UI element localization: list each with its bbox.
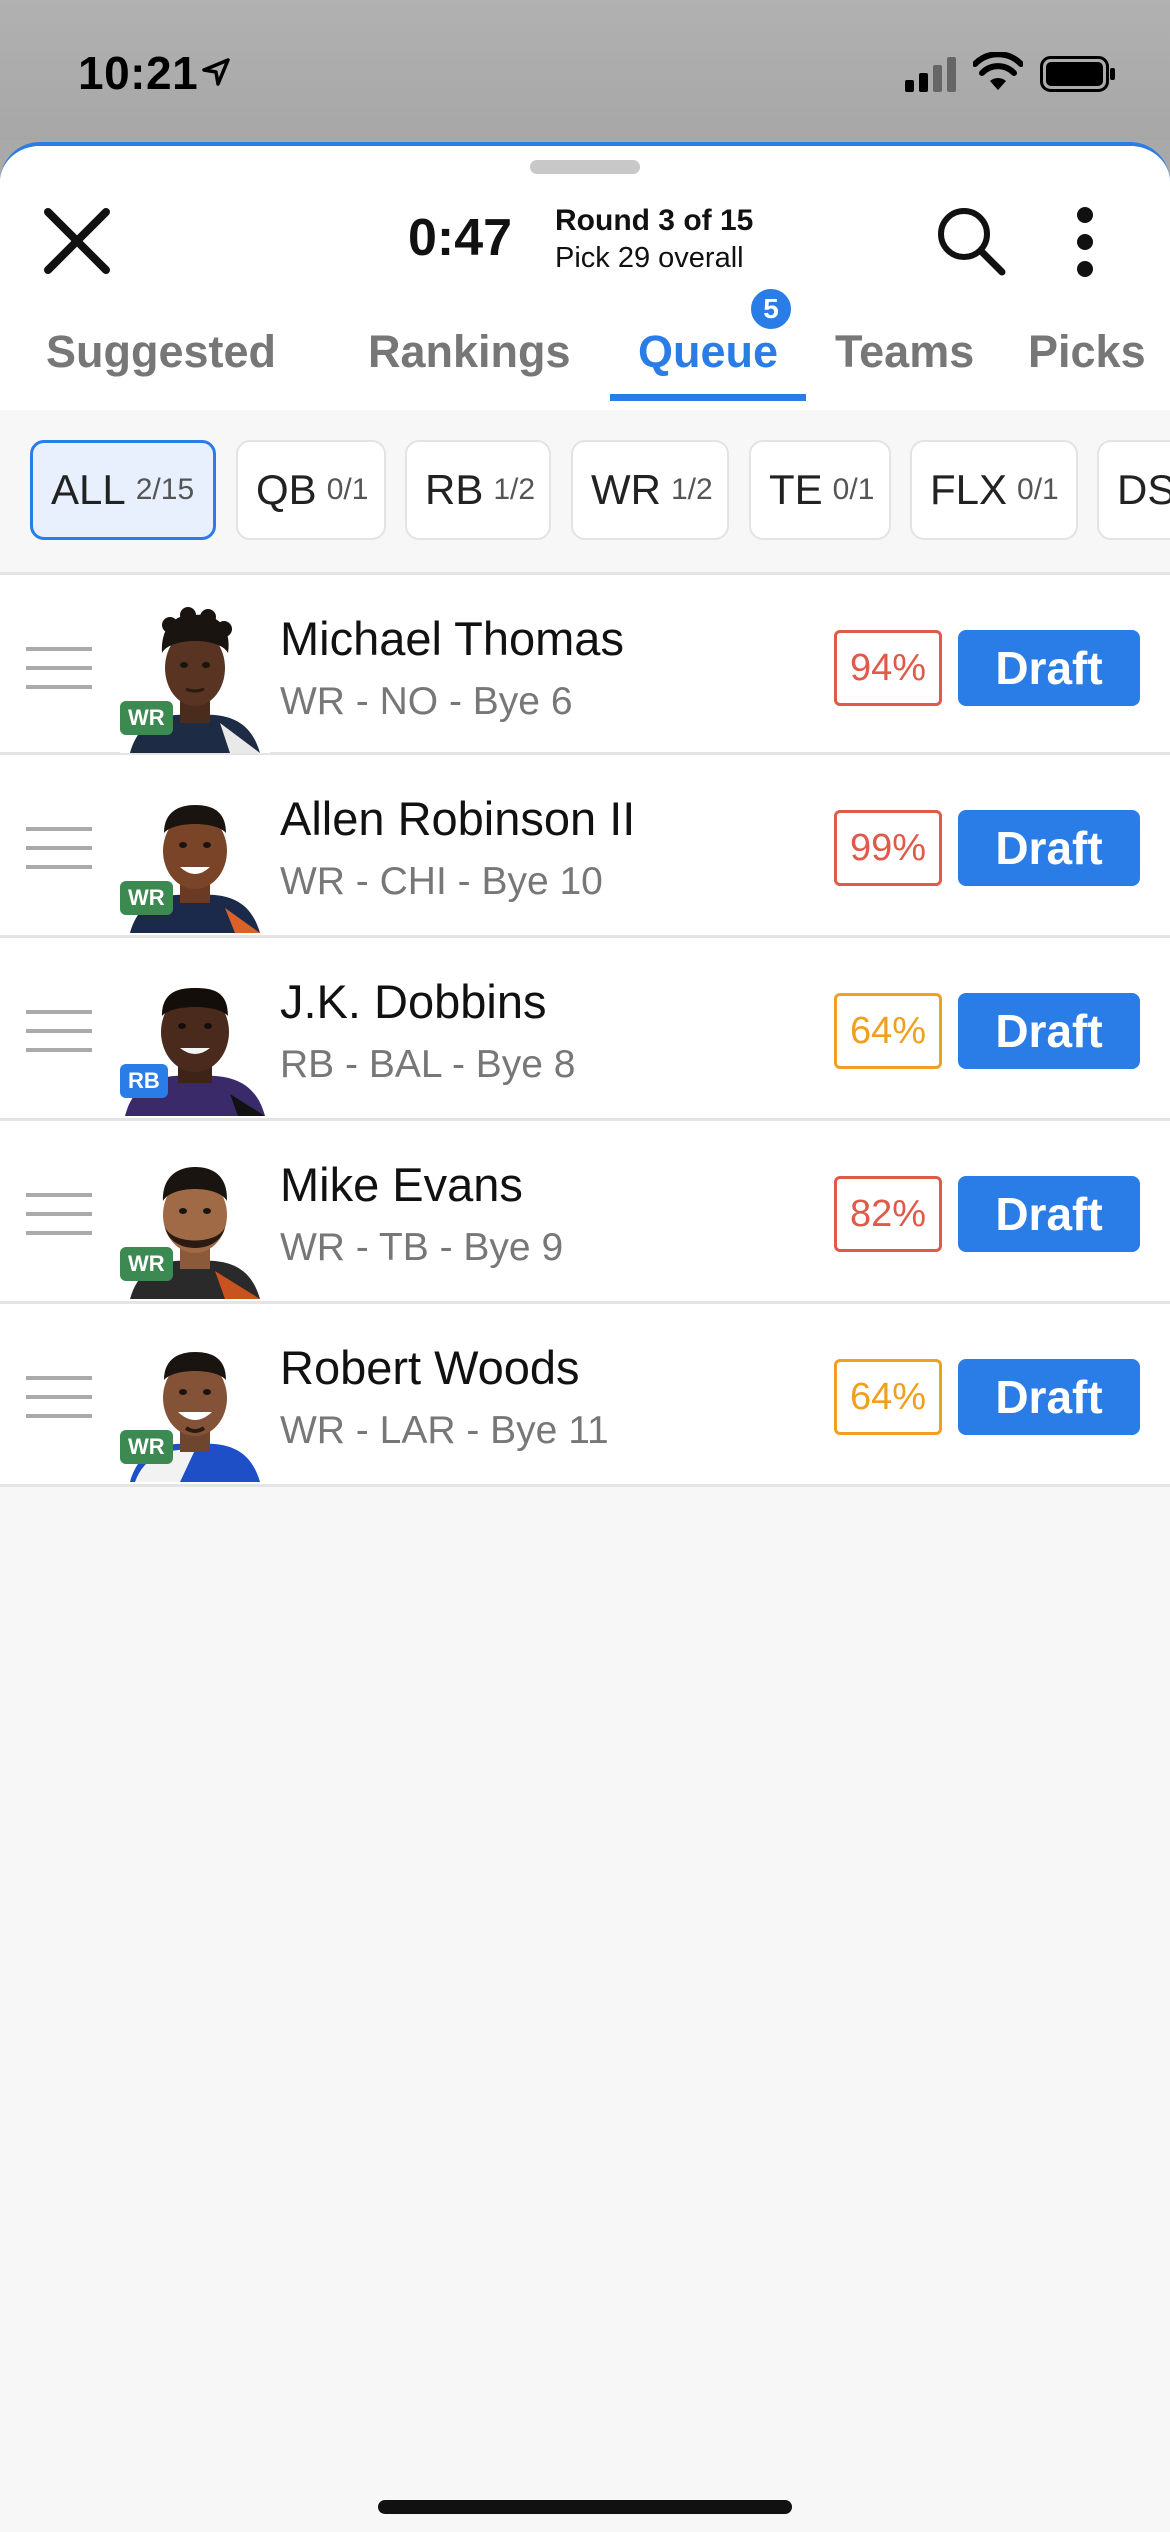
active-tab-indicator — [610, 394, 806, 401]
drag-handle-icon[interactable] — [26, 1376, 92, 1418]
draft-button[interactable]: Draft — [958, 810, 1140, 886]
filter-count: 2/15 — [135, 473, 195, 506]
tab-bar: Suggested Rankings Queue Teams Picks — [0, 316, 1170, 410]
draft-button[interactable]: Draft — [958, 1359, 1140, 1435]
player-meta: WR - CHI - Bye 10 — [280, 860, 603, 903]
drag-handle-icon[interactable] — [26, 647, 92, 689]
queue-row: WR Mike Evans WR - TB - Bye 9 82% Draft — [0, 1121, 1170, 1304]
filter-label: QB — [256, 466, 317, 513]
queue-row: RB J.K. Dobbins RB - BAL - Bye 8 64% Dra… — [0, 938, 1170, 1121]
filter-te[interactable]: TE 0/1 — [749, 440, 891, 540]
position-badge: RB — [120, 1064, 168, 1098]
drag-handle-icon[interactable] — [26, 1193, 92, 1235]
search-icon[interactable] — [936, 206, 1008, 278]
round-label: Round 3 of 15 — [555, 204, 754, 237]
more-options-icon[interactable] — [1070, 206, 1100, 278]
queue-count-badge: 5 — [748, 286, 794, 332]
player-name[interactable]: Allen Robinson II — [280, 791, 635, 846]
status-bar: 10:21 — [0, 0, 1170, 140]
drag-handle-icon[interactable] — [26, 1010, 92, 1052]
player-name[interactable]: J.K. Dobbins — [280, 974, 546, 1029]
availability-percent: 94% — [834, 630, 942, 706]
sheet-grabber[interactable] — [530, 160, 640, 174]
filter-qb[interactable]: QB 0/1 — [236, 440, 386, 540]
player-meta: RB - BAL - Bye 8 — [280, 1043, 576, 1086]
pick-label: Pick 29 overall — [555, 242, 744, 274]
player-meta: WR - LAR - Bye 11 — [280, 1409, 609, 1452]
position-badge: WR — [120, 701, 173, 735]
cellular-signal-icon — [905, 57, 956, 92]
player-name[interactable]: Michael Thomas — [280, 611, 624, 666]
availability-percent: 82% — [834, 1176, 942, 1252]
filter-count: 1/2 — [670, 473, 713, 506]
filter-label: ALL — [51, 466, 126, 513]
position-badge: WR — [120, 1247, 173, 1281]
location-arrow-icon — [202, 58, 230, 86]
filter-label: WR — [591, 466, 661, 513]
filter-count: 0/1 — [1017, 473, 1059, 506]
wifi-icon — [973, 52, 1023, 90]
tab-teams[interactable]: Teams — [835, 316, 974, 410]
position-badge: WR — [120, 881, 173, 915]
filter-label: DS — [1117, 466, 1170, 513]
sheet-header: 0:47 Round 3 of 15 Pick 29 overall Sugge… — [0, 146, 1170, 410]
player-meta: WR - NO - Bye 6 — [280, 680, 573, 723]
player-name[interactable]: Mike Evans — [280, 1157, 523, 1212]
position-filter-bar: ALL 2/15 QB 0/1 RB 1/2 WR 1/2 TE 0/1 FLX… — [0, 410, 1170, 570]
close-icon[interactable] — [42, 206, 112, 276]
draft-button[interactable]: Draft — [958, 993, 1140, 1069]
position-badge: WR — [120, 1430, 173, 1464]
tab-suggested[interactable]: Suggested — [46, 316, 276, 410]
filter-label: RB — [425, 466, 484, 513]
drag-handle-icon[interactable] — [26, 827, 92, 869]
player-name[interactable]: Robert Woods — [280, 1340, 580, 1395]
queue-row: WR Allen Robinson II WR - CHI - Bye 10 9… — [0, 755, 1170, 938]
tab-picks[interactable]: Picks — [1028, 316, 1146, 410]
availability-percent: 99% — [834, 810, 942, 886]
filter-wr[interactable]: WR 1/2 — [571, 440, 729, 540]
filter-dst[interactable]: DS — [1097, 440, 1170, 540]
queue-row: WR Michael Thomas WR - NO - Bye 6 94% Dr… — [0, 572, 1170, 755]
filter-count: 0/1 — [326, 473, 369, 506]
draft-button[interactable]: Draft — [958, 1176, 1140, 1252]
draft-sheet: 0:47 Round 3 of 15 Pick 29 overall Sugge… — [0, 142, 1170, 2532]
pick-timer: 0:47 — [408, 209, 513, 267]
draft-button[interactable]: Draft — [958, 630, 1140, 706]
filter-label: FLX — [930, 466, 1008, 513]
filter-count: 1/2 — [493, 473, 536, 506]
availability-percent: 64% — [834, 1359, 942, 1435]
player-meta: WR - TB - Bye 9 — [280, 1226, 564, 1269]
queue-list: WR Michael Thomas WR - NO - Bye 6 94% Dr… — [0, 572, 1170, 1487]
filter-count: 0/1 — [832, 473, 875, 506]
battery-icon — [1040, 56, 1115, 92]
filter-rb[interactable]: RB 1/2 — [405, 440, 551, 540]
filter-flx[interactable]: FLX 0/1 — [910, 440, 1078, 540]
queue-row: WR Robert Woods WR - LAR - Bye 11 64% Dr… — [0, 1304, 1170, 1487]
filter-all[interactable]: ALL 2/15 — [30, 440, 216, 540]
home-indicator — [378, 2500, 792, 2514]
availability-percent: 64% — [834, 993, 942, 1069]
status-time: 10:21 — [78, 47, 199, 99]
tab-rankings[interactable]: Rankings — [368, 316, 571, 410]
filter-label: TE — [769, 466, 823, 513]
